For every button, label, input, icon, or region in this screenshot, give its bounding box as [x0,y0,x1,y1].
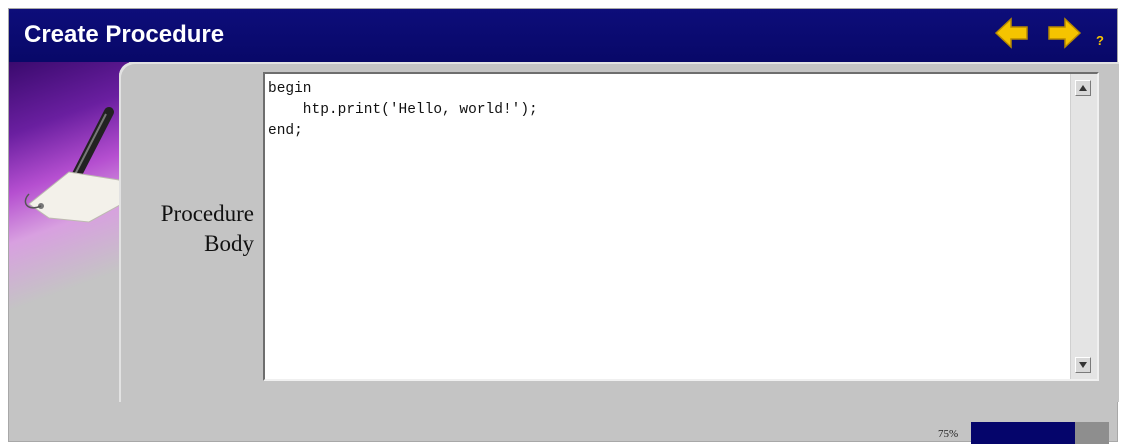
procedure-body-label: Procedure Body [139,199,254,259]
next-button[interactable] [1046,17,1082,49]
arrow-right-icon [1048,17,1082,49]
help-button[interactable]: ? [1096,33,1108,51]
code-line: htp.print('Hello, world!'); [268,102,538,118]
progress-bar [971,422,1109,444]
title-bar: Create Procedure ? [9,9,1117,62]
label-line-2: Body [204,231,254,256]
chevron-up-icon [1079,85,1087,91]
procedure-body-input[interactable]: begin htp.print('Hello, world!'); end; [263,72,1099,381]
scroll-up-button[interactable] [1075,80,1091,96]
scroll-down-button[interactable] [1075,357,1091,373]
back-button[interactable] [994,17,1030,49]
progress-fill [971,422,1075,444]
code-line: begin [268,81,312,97]
arrow-left-icon [994,17,1028,49]
vertical-scrollbar[interactable] [1070,74,1097,379]
chevron-down-icon [1079,362,1087,368]
progress-percent: 75% [938,428,959,440]
wizard-window: Create Procedure ? Procedure Body begin … [8,8,1119,444]
decorative-banner [9,62,129,312]
code-line: end; [268,123,303,139]
pen-tag-icon [24,107,129,223]
code-text: begin htp.print('Hello, world!'); end; [268,79,538,142]
label-line-1: Procedure [160,201,254,226]
page-title: Create Procedure [24,21,225,48]
